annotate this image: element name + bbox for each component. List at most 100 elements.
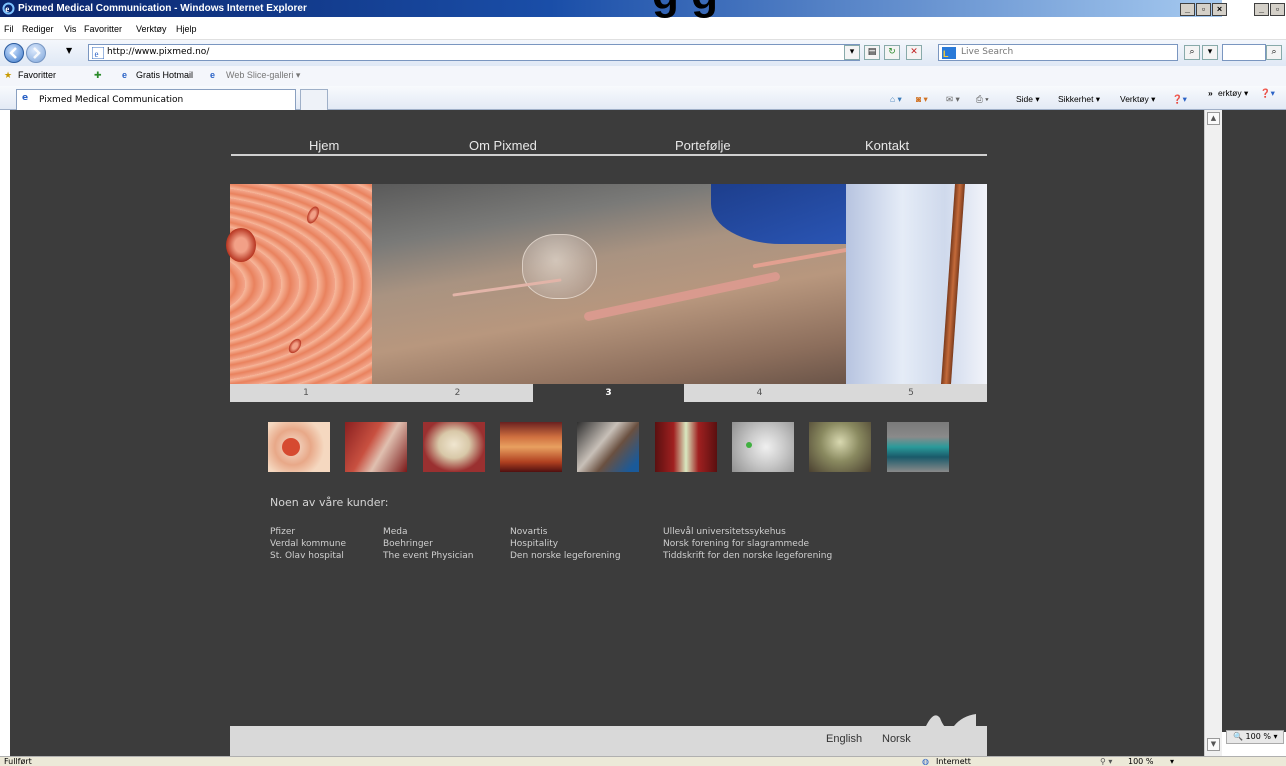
side-window-panel xyxy=(1222,110,1286,732)
vertical-scrollbar[interactable]: ▲ ▼ xyxy=(1204,110,1222,756)
slide-tab-1[interactable]: 1 xyxy=(230,384,382,402)
svg-text:e: e xyxy=(95,49,99,59)
favorites-bar: ★ Favoritter ✚ e Gratis Hotmail e Web Sl… xyxy=(0,66,1286,86)
menu-favoritter[interactable]: Favoritter xyxy=(84,24,122,34)
clients-column-1: Pfizer Verdal kommune St. Olav hospital xyxy=(270,526,346,562)
favorites-button[interactable]: Favoritter xyxy=(18,70,56,80)
scroll-up-icon[interactable]: ▲ xyxy=(1207,112,1220,125)
zoom-dropdown-icon[interactable]: ▾ xyxy=(1170,757,1174,766)
thumbnail-3[interactable] xyxy=(423,422,485,472)
menu-vis[interactable]: Vis xyxy=(64,24,76,34)
blood-vessel-image xyxy=(226,184,372,384)
tube xyxy=(583,271,781,322)
patient-shoulder-image xyxy=(372,184,872,384)
menu-rediger[interactable]: Rediger xyxy=(22,24,54,34)
nav-hjem[interactable]: Hjem xyxy=(309,138,339,153)
menu-fil[interactable]: Fil xyxy=(4,24,14,34)
protected-mode-icon[interactable]: ⚲ ▾ xyxy=(1100,757,1112,766)
secondary-search-input[interactable] xyxy=(1222,44,1266,61)
home-icon[interactable]: ⌂ ▾ xyxy=(890,94,902,105)
new-tab-button[interactable] xyxy=(300,89,328,110)
tab-ie-icon: e xyxy=(22,93,29,103)
zoom-icon: 🔍 xyxy=(1233,732,1243,741)
window-title: Pixmed Medical Communication - Windows I… xyxy=(18,3,307,14)
nav-om-pixmed[interactable]: Om Pixmed xyxy=(469,138,537,153)
search-input[interactable]: Live Search xyxy=(938,44,1178,61)
slide-tab-5[interactable]: 5 xyxy=(835,384,987,402)
clients-column-2: Meda Boehringer The event Physician xyxy=(383,526,473,562)
page-ie-icon: e xyxy=(92,47,104,59)
client-name: Pfizer xyxy=(270,527,296,537)
minimize-button[interactable]: _ xyxy=(1180,3,1195,16)
search-options-button[interactable]: ▾ xyxy=(1202,45,1218,60)
compat-view-icon[interactable]: ▤ xyxy=(864,45,880,60)
slide-tab-4[interactable]: 4 xyxy=(684,384,835,402)
maximize-button[interactable]: ▫ xyxy=(1196,3,1211,16)
client-name: Ullevål universitetssykehus xyxy=(663,527,786,537)
client-name: St. Olav hospital xyxy=(270,551,344,561)
close-button[interactable]: × xyxy=(1212,3,1227,16)
feeds-icon[interactable]: ◙ ▾ xyxy=(916,94,928,105)
menu-verktoy[interactable]: Verktøy xyxy=(136,24,167,34)
safety-menu[interactable]: Sikkerhet ▾ xyxy=(1058,94,1100,105)
favorite-hotmail[interactable]: Gratis Hotmail xyxy=(136,70,193,80)
svg-text:e: e xyxy=(5,4,9,14)
thumbnail-5[interactable] xyxy=(577,422,639,472)
help-icon-2[interactable]: ❓▾ xyxy=(1260,88,1275,99)
address-dropdown-button[interactable]: ▾ xyxy=(844,45,860,60)
nav-kontakt[interactable]: Kontakt xyxy=(865,138,909,153)
forward-button[interactable] xyxy=(26,43,46,63)
mail-icon[interactable]: ✉ ▾ xyxy=(946,94,960,105)
slide-tab-3[interactable]: 3 xyxy=(533,384,684,402)
tab-pixmed[interactable]: e Pixmed Medical Communication xyxy=(16,89,296,110)
client-name: Norsk forening for slagrammede xyxy=(663,539,810,549)
slide-tab-2[interactable]: 2 xyxy=(382,384,533,402)
add-favorite-icon[interactable]: ✚ xyxy=(94,70,102,81)
slide-tabs: 1 2 3 4 5 xyxy=(230,384,987,402)
lang-english[interactable]: English xyxy=(826,733,862,745)
thumbnail-1[interactable] xyxy=(268,422,330,472)
hero-slideshow[interactable] xyxy=(226,184,987,384)
stop-icon[interactable]: ✕ xyxy=(906,45,922,60)
page-menu[interactable]: Side ▾ xyxy=(1016,94,1040,105)
status-bar: Fullført ◍ Internett ⚲ ▾ 100 % ▾ xyxy=(0,756,1286,766)
tools-menu[interactable]: Verktøy ▾ xyxy=(1120,94,1155,105)
side-zoom-control[interactable]: 🔍 100 % ▾ xyxy=(1226,730,1284,744)
thumbnail-7[interactable] xyxy=(732,422,794,472)
minimize-button-2[interactable]: _ xyxy=(1254,3,1269,16)
overlay-title: g g xyxy=(652,0,718,20)
thumbnail-8[interactable] xyxy=(809,422,871,472)
status-zoom[interactable]: 100 % xyxy=(1128,757,1153,766)
refresh-icon[interactable]: ↻ xyxy=(884,45,900,60)
thumbnail-6[interactable] xyxy=(655,422,717,472)
history-dropdown-icon[interactable]: ▼ xyxy=(66,46,72,55)
catheter-rod xyxy=(941,184,965,384)
client-name: Meda xyxy=(383,527,408,537)
print-icon[interactable]: ⎙ ▾ xyxy=(976,94,989,105)
nav-portefolje[interactable]: Portefølje xyxy=(675,138,731,153)
secondary-search-icon[interactable]: ⌕ xyxy=(1266,45,1282,60)
help-icon[interactable]: ❓▾ xyxy=(1172,94,1187,105)
address-input[interactable]: http://www.pixmed.no/ xyxy=(88,44,860,61)
maximize-button-2[interactable]: ▫ xyxy=(1270,3,1285,16)
lang-norsk[interactable]: Norsk xyxy=(882,733,911,745)
search-go-icon[interactable]: ⌕ xyxy=(1184,45,1200,60)
tools-menu-2[interactable]: erktøy ▾ xyxy=(1218,88,1248,99)
side-zoom-value: 100 % xyxy=(1245,732,1271,741)
scroll-down-icon[interactable]: ▼ xyxy=(1207,738,1220,751)
favorites-star-icon: ★ xyxy=(4,70,13,80)
blood-cell xyxy=(226,228,256,262)
menu-hjelp[interactable]: Hjelp xyxy=(176,24,197,34)
command-overflow[interactable]: » xyxy=(1208,88,1213,98)
clients-column-4: Ullevål universitetssykehus Norsk foreni… xyxy=(663,526,832,562)
favorite-webslice[interactable]: Web Slice-galleri ▾ xyxy=(226,70,300,81)
ie-logo-icon: e xyxy=(2,2,15,15)
thumbnail-4[interactable] xyxy=(500,422,562,472)
thumbnail-2[interactable] xyxy=(345,422,407,472)
thumbnail-9[interactable] xyxy=(887,422,949,472)
clients-heading: Noen av våre kunder: xyxy=(270,496,389,509)
client-name: Verdal kommune xyxy=(270,539,347,549)
catheter-image xyxy=(846,184,987,384)
back-button[interactable] xyxy=(4,43,24,63)
tab-bar: e Pixmed Medical Communication ⌂ ▾ ◙ ▾ ✉… xyxy=(0,86,1286,110)
